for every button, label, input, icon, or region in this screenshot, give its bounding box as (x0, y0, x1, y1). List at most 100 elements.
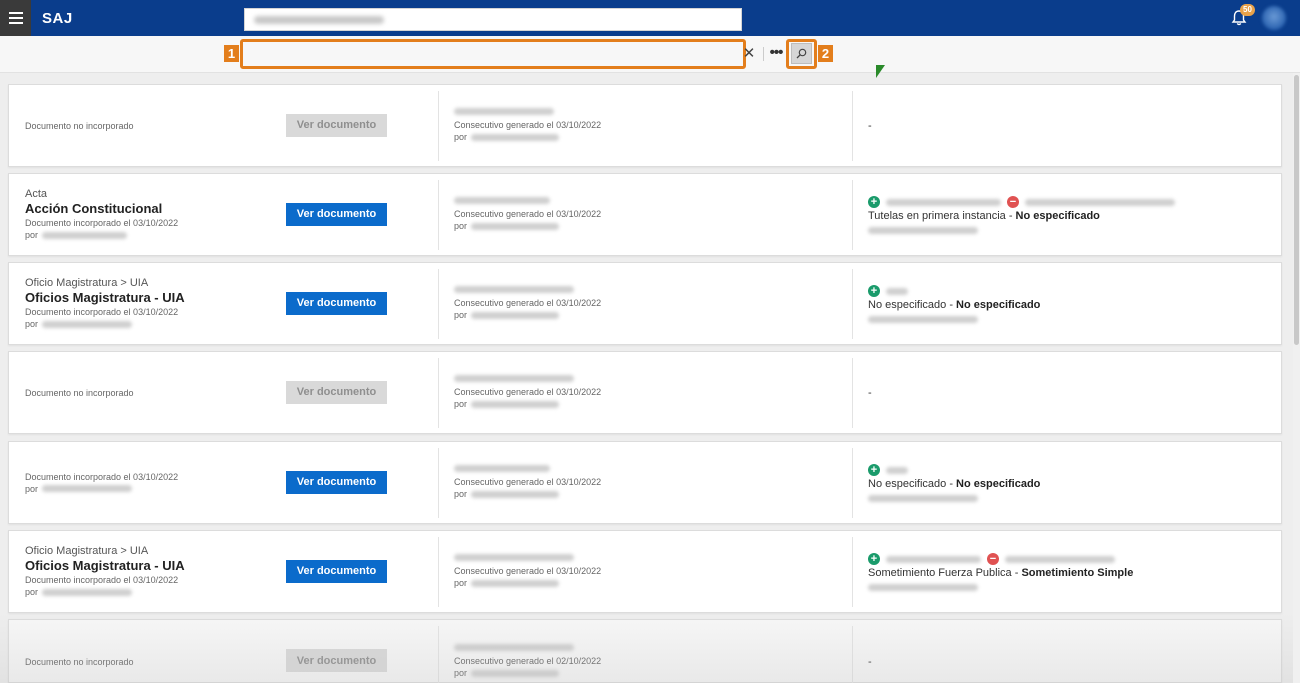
consecutive-author: por (454, 220, 601, 232)
type-detail (868, 316, 978, 323)
author-name (471, 133, 560, 141)
consecutive-number (454, 644, 574, 651)
column-divider (438, 91, 439, 161)
type-detail (868, 495, 978, 502)
consecutive-date: Consecutivo generado el 03/10/2022 (454, 209, 602, 219)
plus-circle-icon[interactable]: + (868, 464, 880, 476)
classification-info: + − Tutelas en primera instancia - No es… (868, 174, 1175, 255)
list-item: Documento no incorporado Ver documento C… (8, 619, 1282, 683)
author-name (471, 669, 560, 677)
document-author: por (25, 483, 275, 495)
por-label: por (454, 132, 468, 142)
document-status: Documento incorporado el 03/10/2022 (25, 471, 179, 482)
consecutive-info: Consecutivo generado el 03/10/2022 por (454, 174, 601, 255)
column-divider (852, 91, 853, 161)
type-subtype: Sometimiento Simple (1021, 567, 1134, 579)
consecutive-number (454, 554, 574, 561)
por-label: por (454, 399, 468, 409)
por-label: por (454, 668, 468, 678)
author-name (471, 490, 560, 498)
document-type: Tutelas en primera instancia - No especi… (868, 209, 1175, 224)
consecutive-info: Consecutivo generado el 02/10/2022 por (454, 620, 601, 683)
column-divider (852, 626, 853, 683)
column-divider (438, 180, 439, 250)
document-author: por (25, 229, 275, 241)
consecutive-info: Consecutivo generado el 03/10/2022 por (454, 263, 601, 344)
view-document-button[interactable]: Ver documento (286, 380, 387, 404)
consecutive-number (454, 197, 550, 204)
minus-circle-icon[interactable]: − (987, 553, 999, 565)
type-detail (868, 584, 978, 591)
list-item: Documento incorporado el 03/10/2022 por … (8, 441, 1282, 524)
plus-circle-icon[interactable]: + (868, 553, 880, 565)
view-document-button[interactable]: Ver documento (286, 470, 387, 494)
consecutive-author: por (454, 131, 601, 143)
type-name: No especificado - (868, 299, 957, 311)
view-document-button[interactable]: Ver documento (286, 649, 387, 672)
consecutive-author: por (454, 309, 601, 321)
por-label: por (454, 221, 468, 231)
mouse-cursor (876, 65, 885, 78)
scrollbar-thumb[interactable] (1294, 75, 1299, 345)
document-status: Documento no incorporado (25, 120, 134, 131)
list-item: Acta Acción Constitucional Documento inc… (8, 173, 1282, 256)
view-document-button[interactable]: Ver documento (286, 559, 387, 583)
document-status: Documento incorporado el 03/10/2022 (25, 218, 179, 228)
classification-info: + No especificado - No especificado (868, 263, 1040, 344)
tag-row: + − (868, 552, 1133, 566)
list-item: Oficio Magistratura > UIA Oficios Magist… (8, 262, 1282, 345)
view-document-button[interactable]: Ver documento (286, 291, 387, 315)
document-info: Documento no incorporado (25, 620, 275, 683)
type-subtype: No especificado (1015, 210, 1100, 222)
view-document-button[interactable]: Ver documento (286, 113, 387, 137)
document-type: Sometimiento Fuerza Publica - Sometimien… (868, 566, 1133, 581)
column-divider (438, 626, 439, 683)
plus-circle-icon[interactable]: + (868, 285, 880, 297)
consecutive-number (454, 465, 550, 472)
column-divider (438, 448, 439, 518)
view-document-button[interactable]: Ver documento (286, 202, 387, 226)
type-name: Tutelas en primera instancia - (868, 210, 1016, 222)
plus-circle-icon[interactable]: + (868, 196, 880, 208)
document-title: Oficios Magistratura - UIA (25, 558, 185, 573)
type-detail (868, 227, 978, 234)
column-divider (852, 269, 853, 339)
por-label: por (25, 319, 39, 329)
column-divider (852, 358, 853, 428)
author-name (471, 311, 560, 319)
consecutive-date: Consecutivo generado el 03/10/2022 (454, 477, 602, 487)
tag-row: + − (868, 195, 1175, 209)
avatar[interactable] (1262, 6, 1286, 30)
type-name: No especificado - (868, 478, 957, 490)
consecutive-info: Consecutivo generado el 03/10/2022 por (454, 352, 601, 433)
minus-circle-icon[interactable]: − (1007, 196, 1019, 208)
por-label: por (454, 489, 468, 499)
document-status: Documento incorporado el 03/10/2022 (25, 307, 179, 317)
consecutive-info: Consecutivo generado el 03/10/2022 por (454, 531, 601, 612)
list-item: Documento no incorporado Ver documento C… (8, 351, 1282, 434)
search-input-value (254, 16, 384, 24)
por-label: por (454, 578, 468, 588)
tag-row: + (868, 284, 1040, 298)
close-icon[interactable]: ✕ (742, 45, 756, 63)
more-icon[interactable]: ••• (768, 44, 784, 62)
consecutive-info: Consecutivo generado el 03/10/2022 por (454, 85, 601, 166)
consecutive-number (454, 108, 554, 115)
tag-value (886, 555, 981, 563)
document-type: No especificado - No especificado (868, 298, 1040, 313)
consecutive-author: por (454, 577, 601, 589)
document-category: Acta (25, 188, 48, 200)
search-button[interactable] (791, 43, 812, 64)
column-divider (438, 537, 439, 607)
consecutive-date: Consecutivo generado el 03/10/2022 (454, 298, 602, 308)
classification-info: - (868, 620, 872, 683)
tag-value (886, 198, 1001, 206)
por-label: por (25, 587, 39, 597)
column-divider (852, 537, 853, 607)
menu-icon[interactable] (0, 0, 31, 36)
search-icon (796, 48, 807, 59)
por-label: por (25, 483, 39, 494)
search-input[interactable] (244, 8, 742, 31)
empty-value: - (868, 386, 872, 399)
document-info: Documento no incorporado (25, 352, 275, 433)
